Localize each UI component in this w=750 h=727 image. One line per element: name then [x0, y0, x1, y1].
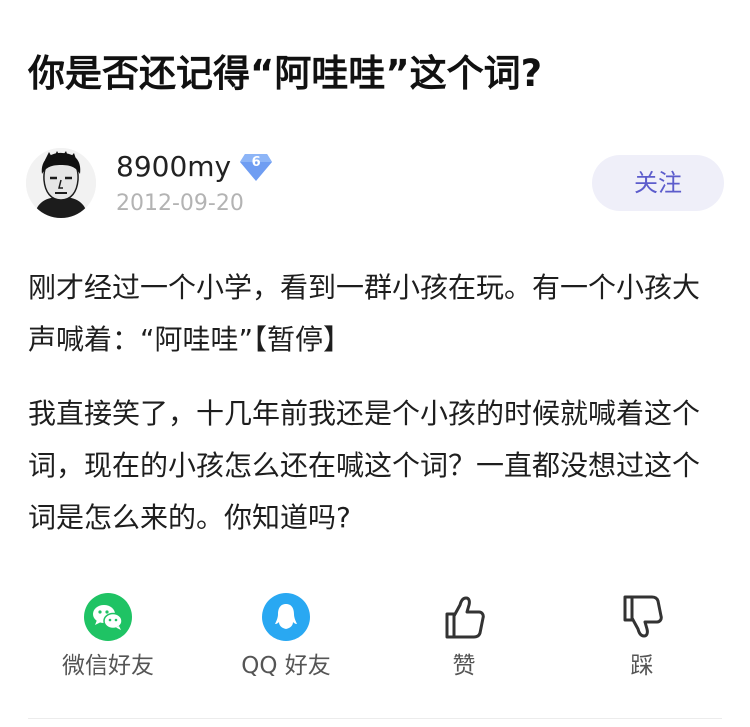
author-row: 8900my 6 [116, 148, 273, 186]
avatar[interactable] [26, 148, 96, 218]
content-paragraph: 我直接笑了，十几年前我还是个小孩的时候就喊着这个词，现在的小孩怎么还在喊这个词？… [28, 397, 701, 534]
level-number: 6 [251, 155, 261, 170]
like-label: 赞 [452, 653, 476, 679]
level-badge: 6 [239, 152, 273, 182]
like-button[interactable]: 赞 [394, 593, 534, 693]
thumbs-down-icon [623, 595, 663, 638]
share-qq-label: QQ 好友 [241, 653, 331, 679]
thumbs-up-icon [445, 596, 485, 639]
wechat-icon [84, 593, 132, 641]
post-date: 2012-09-20 [116, 191, 244, 216]
content-paragraph: 刚才经过一个小学，看到一群小孩在玩。有一个小孩大声喊着：“阿哇哇”【暂停】 [28, 271, 701, 356]
avatar-portrait-icon [26, 148, 96, 218]
share-wechat-button[interactable]: 微信好友 [38, 593, 178, 693]
author-name[interactable]: 8900my [116, 148, 231, 186]
share-qq-button[interactable]: QQ 好友 [216, 593, 356, 693]
bottom-divider [28, 718, 722, 719]
dislike-button[interactable]: 踩 [572, 593, 712, 693]
share-action-bar: 微信好友 QQ 好友 赞 踩 [0, 593, 750, 693]
share-wechat-label: 微信好友 [62, 653, 154, 679]
dislike-label: 踩 [630, 653, 654, 679]
follow-button[interactable]: 关注 [592, 155, 724, 211]
post-title: 你是否还记得“阿哇哇”这个词? [28, 52, 543, 95]
qq-icon [262, 593, 310, 641]
post-content: 刚才经过一个小学，看到一群小孩在玩。有一个小孩大声喊着：“阿哇哇”【暂停】 我直… [28, 262, 718, 566]
